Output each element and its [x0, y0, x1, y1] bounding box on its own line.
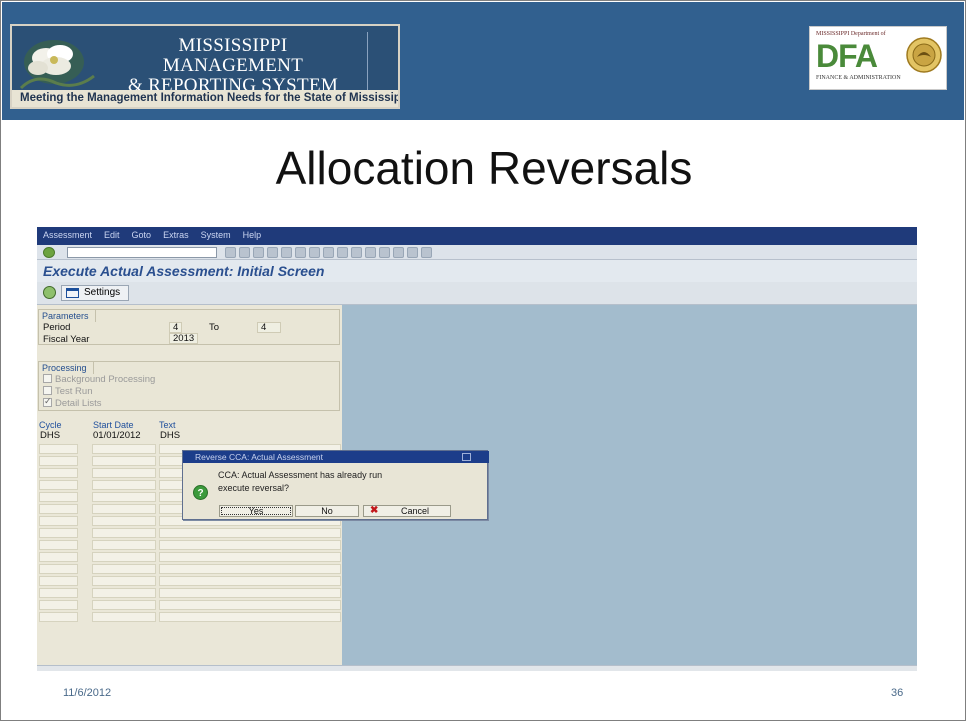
prev-page-icon[interactable]	[337, 247, 348, 258]
footer-page-number: 36	[891, 687, 904, 699]
dfa-letters: DFA	[816, 38, 878, 74]
sap-titlebar: Execute Actual Assessment: Initial Scree…	[37, 260, 917, 282]
col-header-start-date: Start Date	[93, 420, 134, 430]
header-band: MISSISSIPPI MANAGEMENT & REPORTING SYSTE…	[2, 2, 964, 120]
period-to-field[interactable]: 4	[257, 322, 281, 333]
dfa-logo: MISSISSIPPI Department of DFA FINANCE & …	[809, 26, 947, 90]
find-next-icon[interactable]	[309, 247, 320, 258]
fiscal-year-field[interactable]: 2013	[169, 333, 199, 344]
state-seal-icon	[906, 37, 942, 73]
dialog-message-line2: execute reversal?	[218, 483, 290, 493]
test-run-checkbox[interactable]	[43, 386, 52, 395]
sap-screenshot: Assessment Edit Goto Extras System Help	[37, 227, 917, 671]
table-row[interactable]	[39, 540, 341, 551]
layout-icon[interactable]	[421, 247, 432, 258]
menu-assessment[interactable]: Assessment	[43, 230, 92, 240]
row1-text[interactable]: DHS	[160, 430, 180, 441]
dialog-message: CCA: Actual Assessment has already run e…	[218, 469, 382, 495]
dfa-bottom-text: FINANCE & ADMINISTRATION	[816, 75, 901, 81]
question-icon: ?	[193, 485, 208, 500]
execute-icon[interactable]	[43, 286, 56, 299]
print-icon[interactable]	[281, 247, 292, 258]
settings-button[interactable]: Settings	[61, 285, 130, 301]
enter-check-icon[interactable]	[43, 247, 55, 258]
dialog-title: Reverse CCA: Actual Assessment	[195, 452, 324, 462]
save-icon[interactable]	[225, 247, 236, 258]
menu-extras[interactable]: Extras	[163, 230, 189, 240]
parameters-group: Parameters Period 4 To 4 Fiscal Year 201…	[38, 309, 340, 345]
fiscal-year-label: Fiscal Year	[43, 334, 90, 345]
processing-group: Processing Background Processing Test Ru…	[38, 361, 340, 411]
slide-title: Allocation Reversals	[275, 142, 693, 194]
test-run-label: Test Run	[55, 386, 93, 397]
dialog-titlebar: Reverse CCA: Actual Assessment	[183, 451, 489, 463]
detail-lists-label: Detail Lists	[55, 398, 102, 409]
table-row[interactable]	[39, 612, 341, 623]
toolbar-icons	[225, 247, 432, 258]
command-field[interactable]	[67, 247, 217, 258]
next-page-icon[interactable]	[351, 247, 362, 258]
table-row[interactable]	[39, 552, 341, 563]
back-icon[interactable]	[239, 247, 250, 258]
logo-title: MISSISSIPPI MANAGEMENT & REPORTING SYSTE…	[108, 36, 358, 96]
table-row[interactable]	[39, 588, 341, 599]
sap-menubar: Assessment Edit Goto Extras System Help	[37, 227, 917, 245]
background-processing-label: Background Processing	[55, 374, 156, 385]
processing-group-label: Processing	[39, 362, 94, 374]
sap-standard-toolbar	[37, 245, 917, 260]
dialog-message-line1: CCA: Actual Assessment has already run	[218, 470, 383, 480]
logo-title-line1: MISSISSIPPI MANAGEMENT	[162, 35, 304, 76]
table-row[interactable]	[39, 600, 341, 611]
footer-date: 11/6/2012	[63, 687, 112, 699]
detail-lists-checkbox[interactable]	[43, 396, 52, 407]
magnolia-flower-icon	[19, 40, 95, 90]
menu-system[interactable]: System	[201, 230, 231, 240]
period-from-field[interactable]: 4	[169, 322, 183, 333]
background-processing-row[interactable]: Background Processing	[43, 374, 155, 385]
settings-label: Settings	[84, 287, 121, 298]
sap-application-toolbar: Settings	[37, 282, 917, 305]
yes-button[interactable]: Yes	[219, 505, 293, 517]
col-header-text: Text	[159, 420, 176, 430]
slide: MISSISSIPPI MANAGEMENT & REPORTING SYSTE…	[0, 0, 966, 721]
logo-divider	[367, 32, 397, 90]
background-processing-checkbox[interactable]	[43, 374, 52, 383]
menu-help[interactable]: Help	[243, 230, 262, 240]
cancel-icon[interactable]	[267, 247, 278, 258]
dialog-close-icon[interactable]	[462, 453, 471, 461]
row1-start-date[interactable]: 01/01/2012	[93, 430, 141, 441]
reverse-dialog: Reverse CCA: Actual Assessment ? CCA: Ac…	[182, 450, 489, 520]
sap-body: Parameters Period 4 To 4 Fiscal Year 201…	[37, 305, 917, 671]
sap-menu-items: Assessment Edit Goto Extras System Help	[43, 230, 261, 240]
menu-goto[interactable]: Goto	[132, 230, 152, 240]
parameters-group-label: Parameters	[39, 310, 96, 322]
table-row[interactable]	[39, 576, 341, 587]
last-page-icon[interactable]	[365, 247, 376, 258]
logo-tagline: Meeting the Management Information Needs…	[12, 90, 398, 107]
shortcut-icon[interactable]	[393, 247, 404, 258]
to-label: To	[209, 322, 220, 333]
table-row[interactable]	[39, 564, 341, 575]
mmrs-logo: MISSISSIPPI MANAGEMENT & REPORTING SYSTE…	[10, 24, 400, 109]
first-page-icon[interactable]	[323, 247, 334, 258]
no-button[interactable]: No	[295, 505, 359, 517]
cancel-label: Cancel	[400, 506, 429, 516]
col-header-cycle: Cycle	[39, 420, 62, 430]
row1-cycle[interactable]: DHS	[40, 430, 60, 441]
period-label: Period	[43, 322, 71, 333]
exit-icon[interactable]	[253, 247, 264, 258]
detail-lists-row[interactable]: Detail Lists	[43, 396, 102, 409]
cancel-button[interactable]: ✖ Cancel	[363, 505, 451, 517]
find-icon[interactable]	[295, 247, 306, 258]
table-row[interactable]	[39, 528, 341, 539]
sap-statusbar	[37, 665, 917, 671]
help-icon[interactable]	[407, 247, 418, 258]
menu-edit[interactable]: Edit	[104, 230, 120, 240]
new-session-icon[interactable]	[379, 247, 390, 258]
cancel-x-icon: ✖	[370, 505, 379, 516]
screen-title: Execute Actual Assessment: Initial Scree…	[43, 263, 325, 279]
dfa-top-text: MISSISSIPPI Department of	[816, 31, 886, 37]
settings-icon	[66, 288, 79, 298]
